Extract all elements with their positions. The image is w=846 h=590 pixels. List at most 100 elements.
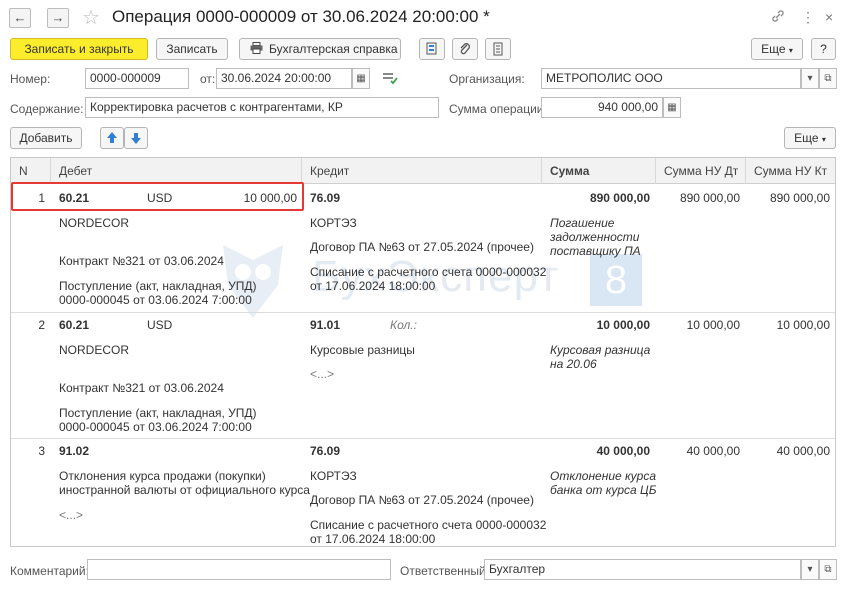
forward-button[interactable]: → xyxy=(47,8,69,28)
row2-credit-sub1[interactable]: Курсовые разницы xyxy=(310,343,415,357)
printer-icon xyxy=(250,40,263,60)
highlight-box xyxy=(11,182,304,211)
dropdown-arrow-icon: ▾ xyxy=(788,46,793,55)
content-field[interactable]: Корректировка расчетов с контрагентами, … xyxy=(85,97,439,118)
row1-credit-sub1[interactable]: КОРТЭЗ xyxy=(310,216,357,230)
row2-debit-sub3-line1: Поступление (акт, накладная, УПД) xyxy=(59,406,257,420)
row2-credit-qty-label[interactable]: Кол.: xyxy=(390,318,417,332)
row3-credit-account[interactable]: 76.09 xyxy=(310,444,340,458)
row3-comment-line2: банка от курса ЦБ xyxy=(550,483,657,497)
calculator-icon[interactable]: ▦ xyxy=(663,97,681,118)
row1-credit-account[interactable]: 76.09 xyxy=(310,191,340,205)
row1-debit-sub1[interactable]: NORDECOR xyxy=(59,216,129,230)
row2-debit-sub3[interactable]: Поступление (акт, накладная, УПД) 0000-00… xyxy=(59,406,257,434)
responsible-field[interactable]: Бухгалтер xyxy=(484,559,801,580)
row3-credit-sub2[interactable]: Договор ПА №63 от 27.05.2024 (прочее) xyxy=(310,493,534,507)
row2-credit-account[interactable]: 91.01 xyxy=(310,318,340,332)
back-button[interactable]: ← xyxy=(9,8,31,28)
row1-comment[interactable]: Погашение задолженности поставщику ПА xyxy=(550,216,641,258)
table-more-button[interactable]: Еще ▾ xyxy=(784,127,836,149)
entries-table: N Дебет Кредит Сумма Сумма НУ Дт Сумма Н… xyxy=(10,157,836,547)
row-divider xyxy=(11,438,835,439)
structure-button[interactable] xyxy=(419,38,445,60)
forward-arrow-icon: → xyxy=(51,10,65,25)
row2-nu-dt[interactable]: 10 000,00 xyxy=(656,318,740,332)
comment-field[interactable] xyxy=(87,559,391,580)
accounting-report-button[interactable]: Бухгалтерская справка xyxy=(239,38,401,60)
row1-debit-sub3[interactable]: Поступление (акт, накладная, УПД) 0000-00… xyxy=(59,279,257,307)
calendar-icon[interactable]: ▦ xyxy=(352,68,370,89)
row1-debit-sub3-line2: 0000-000045 от 03.06.2024 7:00:00 xyxy=(59,293,252,307)
row3-nu-kt[interactable]: 40 000,00 xyxy=(746,444,830,458)
row2-nu-kt[interactable]: 10 000,00 xyxy=(746,318,830,332)
operation-sum-field[interactable]: 940 000,00 xyxy=(541,97,663,118)
number-label: Номер: xyxy=(10,72,51,86)
favorite-star-icon[interactable]: ☆ xyxy=(82,5,100,30)
table-more-label: Еще xyxy=(794,131,819,145)
row1-sum[interactable]: 890 000,00 xyxy=(542,191,650,205)
move-up-button[interactable] xyxy=(100,127,124,149)
row3-n: 3 xyxy=(38,444,45,458)
col-nu-dt[interactable]: Сумма НУ Дт xyxy=(656,158,746,184)
table-header: N Дебет Кредит Сумма Сумма НУ Дт Сумма Н… xyxy=(11,158,835,184)
row3-comment-line1: Отклонение курса xyxy=(550,469,657,483)
row1-comment-line1: Погашение xyxy=(550,216,615,230)
row2-debit-currency[interactable]: USD xyxy=(147,318,172,332)
attachment-button[interactable] xyxy=(452,38,478,60)
col-nu-kt[interactable]: Сумма НУ Кт xyxy=(746,158,835,184)
list-button[interactable] xyxy=(485,38,511,60)
number-field[interactable]: 0000-000009 xyxy=(85,68,189,89)
col-sum[interactable]: Сумма xyxy=(542,158,656,184)
row3-debit-sub1-line2: иностранной валюты от официального курса xyxy=(59,483,310,497)
row2-sum[interactable]: 10 000,00 xyxy=(542,318,650,332)
row3-debit-sub1[interactable]: Отклонения курса продажи (покупки) иностр… xyxy=(59,469,310,497)
responsible-open-icon[interactable]: ⧉ xyxy=(819,559,837,580)
row2-debit-sub3-line2: 0000-000045 от 03.06.2024 7:00:00 xyxy=(59,420,252,434)
row2-comment-line1: Курсовая разница xyxy=(550,343,651,357)
row1-credit-sub3[interactable]: Списание с расчетного счета 0000-000032 о… xyxy=(310,265,546,293)
structure-icon xyxy=(426,42,437,55)
row3-nu-dt[interactable]: 40 000,00 xyxy=(656,444,740,458)
operation-sum-label: Сумма операции: xyxy=(449,102,547,116)
move-down-button[interactable] xyxy=(124,127,148,149)
more-vert-icon[interactable]: ⋮ xyxy=(801,9,815,26)
row2-comment-line2: на 20.06 xyxy=(550,357,597,371)
row2-debit-account[interactable]: 60.21 xyxy=(59,318,89,332)
date-label: от: xyxy=(200,72,216,86)
save-button[interactable]: Записать xyxy=(156,38,228,60)
row1-debit-sub2[interactable]: Контракт №321 от 03.06.2024 xyxy=(59,254,224,268)
accounting-report-label: Бухгалтерская справка xyxy=(269,42,398,56)
row-divider xyxy=(11,312,835,313)
row3-credit-sub1[interactable]: КОРТЭЗ xyxy=(310,469,357,483)
row2-debit-sub2[interactable]: Контракт №321 от 03.06.2024 xyxy=(59,381,224,395)
help-button[interactable]: ? xyxy=(811,38,836,60)
date-field[interactable]: 30.06.2024 20:00:00 xyxy=(216,68,352,89)
row3-sum[interactable]: 40 000,00 xyxy=(542,444,650,458)
row2-n: 2 xyxy=(38,318,45,332)
row3-credit-sub3[interactable]: Списание с расчетного счета 0000-000032 о… xyxy=(310,518,546,546)
row2-comment[interactable]: Курсовая разница на 20.06 xyxy=(550,343,650,371)
more-button[interactable]: Еще ▾ xyxy=(751,38,803,60)
col-n[interactable]: N xyxy=(11,158,51,184)
row2-credit-sub2[interactable]: <...> xyxy=(310,367,334,381)
row3-comment[interactable]: Отклонение курса банка от курса ЦБ xyxy=(550,469,657,497)
close-icon[interactable]: × xyxy=(825,9,833,25)
organization-dropdown-icon[interactable]: ▾ xyxy=(801,68,819,89)
row1-credit-sub3-line1: Списание с расчетного счета 0000-000032 xyxy=(310,265,547,279)
save-and-close-button[interactable]: Записать и закрыть xyxy=(10,38,148,60)
col-credit[interactable]: Кредит xyxy=(302,158,542,184)
col-debit[interactable]: Дебет xyxy=(51,158,302,184)
row1-nu-dt[interactable]: 890 000,00 xyxy=(656,191,740,205)
add-row-button[interactable]: Добавить xyxy=(10,127,82,149)
row2-debit-sub1[interactable]: NORDECOR xyxy=(59,343,129,357)
row1-credit-sub2[interactable]: Договор ПА №63 от 27.05.2024 (прочее) xyxy=(310,240,534,254)
row1-nu-kt[interactable]: 890 000,00 xyxy=(746,191,830,205)
post-document-icon[interactable] xyxy=(382,71,398,88)
row3-debit-account[interactable]: 91.02 xyxy=(59,444,89,458)
responsible-dropdown-icon[interactable]: ▾ xyxy=(801,559,819,580)
organization-field[interactable]: МЕТРОПОЛИС ООО xyxy=(541,68,801,89)
row3-debit-sub2[interactable]: <...> xyxy=(59,508,83,522)
link-icon[interactable] xyxy=(771,9,785,26)
comment-label: Комментарий: xyxy=(10,564,89,578)
organization-open-icon[interactable]: ⧉ xyxy=(819,68,837,89)
